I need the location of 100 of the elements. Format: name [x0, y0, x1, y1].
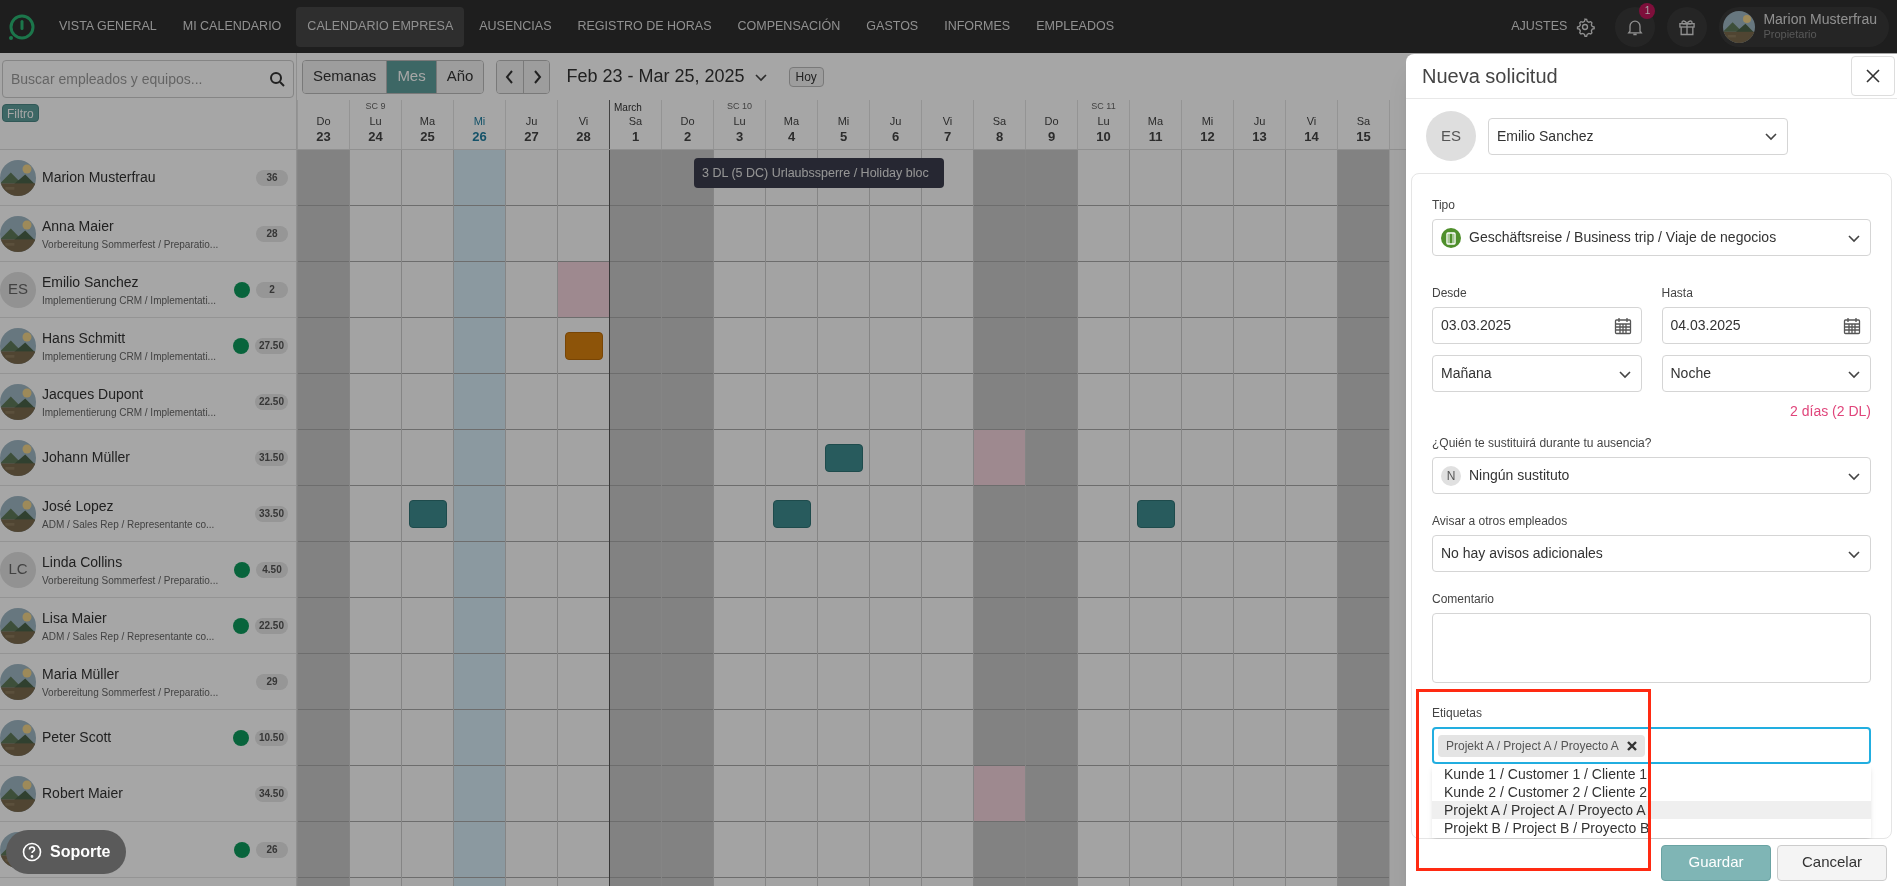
week-label: SC 10	[727, 100, 752, 113]
avatar: LC	[0, 551, 36, 588]
hours-badge: 36	[256, 169, 288, 186]
day-number: 28	[576, 128, 591, 145]
hours-badge: 28	[256, 225, 288, 242]
weekday-label: Sa	[1356, 115, 1371, 129]
employee-team: ADM / Sales Rep / Representante co...	[42, 629, 215, 644]
weekday-label: Ma	[419, 115, 436, 129]
week-label: SC 9	[365, 100, 386, 113]
weekday-label: Vi	[942, 115, 953, 129]
field-label: Desde	[1432, 285, 1468, 303]
day-number: 8	[995, 128, 1004, 145]
day-number: 12	[1200, 128, 1215, 145]
weekday-label: Do	[1044, 115, 1059, 129]
weekday-label: Do	[316, 115, 331, 129]
employee-name: Peter Scott	[42, 728, 112, 747]
employee-name: Linda Collins	[42, 552, 123, 572]
weekday-label: Vi	[578, 115, 589, 129]
field-label: Hasta	[1661, 285, 1694, 303]
notification-badge: 1	[1639, 2, 1656, 19]
month-label: March	[614, 101, 642, 115]
duration-text: 2 días (2 DL)	[1790, 402, 1871, 422]
weekday-label: Lu	[733, 115, 746, 129]
employee-name: Maria Müller	[42, 664, 119, 684]
day-number: 1	[631, 128, 640, 145]
weekday-label: Lu	[1097, 115, 1110, 129]
day-number: 9	[1047, 128, 1056, 145]
field-label: ¿Quién te sustituirá durante tu ausencia?	[1432, 435, 1653, 453]
weekday-label: Sa	[628, 115, 643, 129]
initial-avatar: N	[1441, 465, 1461, 486]
employee-team: Implementierung CRM / Implementati...	[42, 405, 216, 420]
day-number: 3	[735, 128, 744, 145]
day-number: 14	[1304, 128, 1319, 145]
weekday-label: Do	[680, 115, 695, 129]
field-label: Comentario	[1432, 591, 1496, 609]
weekday-label: Mi	[837, 115, 850, 129]
weekday-label: Ma	[783, 115, 800, 129]
tooltip: 3 DL (5 DC) Urlaubssperre / Holiday bloc	[694, 158, 944, 188]
field-value: 03.03.2025	[1441, 316, 1513, 336]
day-number: 13	[1252, 128, 1267, 145]
field-value: No hay avisos adicionales	[1441, 544, 1604, 564]
day-number: 11	[1148, 128, 1163, 145]
hours-badge: 26	[256, 841, 288, 858]
day-number: 4	[787, 128, 796, 145]
hours-badge: 27.50	[254, 337, 288, 354]
employee-team: Vorbereitung Sommerfest / Preparatio...	[42, 237, 219, 252]
day-number: 15	[1356, 128, 1371, 145]
employee-name: Robert Maier	[42, 784, 123, 803]
day-number: 25	[420, 128, 435, 145]
weekday-label: Mi	[473, 115, 486, 129]
day-number: 10	[1096, 128, 1111, 145]
hours-badge: 4.50	[256, 561, 288, 578]
field-label: Avisar a otros empleados	[1432, 513, 1569, 531]
employee-name: Jacques Dupont	[42, 384, 144, 404]
employee-team: ADM / Sales Rep / Representante co...	[42, 517, 215, 532]
weekday-label: Vi	[1306, 115, 1317, 129]
field-value: Geschäftsreise / Business trip / Viaje de negocios	[1469, 228, 1778, 248]
field-label: Etiquetas	[1432, 705, 1484, 723]
employee-name: Lisa Maier	[42, 608, 107, 628]
hours-badge: 31.50	[254, 449, 288, 466]
panel-title: Nueva solicitud	[1422, 64, 1558, 90]
field-value: Noche	[1670, 364, 1712, 384]
day-number: 24	[368, 128, 383, 145]
hours-badge: 10.50	[254, 729, 288, 746]
day-number: 23	[316, 128, 331, 145]
user-name: Marion Musterfrau	[1763, 10, 1877, 29]
avatar: ES	[0, 271, 36, 308]
employee-team: Implementierung CRM / Implementati...	[42, 349, 216, 364]
employee-team: Implementierung CRM / Implementati...	[42, 293, 216, 308]
weekday-label: Ma	[1147, 115, 1164, 129]
day-number: 7	[943, 128, 952, 145]
weekday-label: Lu	[369, 115, 382, 129]
employee-team: Vorbereitung Sommerfest / Preparatio...	[42, 685, 219, 700]
employee-name: Anna Maier	[42, 216, 114, 236]
employee-name: Johann Müller	[42, 448, 130, 467]
field-label: Tipo	[1432, 197, 1456, 215]
field-value: Mañana	[1441, 364, 1493, 384]
employee-name: Marion Musterfrau	[42, 168, 156, 187]
weekday-label: Sa	[992, 115, 1007, 129]
hours-badge: 22.50	[254, 393, 288, 410]
weekday-label: Mi	[1201, 115, 1214, 129]
employee-team: Vorbereitung Sommerfest / Preparatio...	[42, 573, 219, 588]
hours-badge: 22.50	[254, 617, 288, 634]
employee-name: Emilio Sanchez	[42, 272, 139, 292]
hours-badge: 33.50	[254, 505, 288, 522]
field-value: 04.03.2025	[1670, 316, 1742, 336]
week-label: SC 11	[1091, 100, 1116, 113]
day-number: 5	[839, 128, 848, 145]
day-number: 26	[472, 128, 487, 145]
hours-badge: 29	[256, 673, 288, 690]
hours-badge: 2	[256, 281, 288, 298]
tag-chip: Projekt A / Project A / Proyecto A	[1438, 734, 1645, 757]
day-number: 27	[524, 128, 539, 145]
avatar: ES	[1426, 111, 1476, 162]
employee-name: José Lopez	[42, 496, 114, 516]
weekday-label: Ju	[525, 115, 538, 129]
weekday-label: Ju	[1253, 115, 1266, 129]
employee-name: Hans Schmitt	[42, 328, 126, 348]
weekday-label: Ju	[889, 115, 902, 129]
hours-badge: 34.50	[254, 785, 288, 802]
